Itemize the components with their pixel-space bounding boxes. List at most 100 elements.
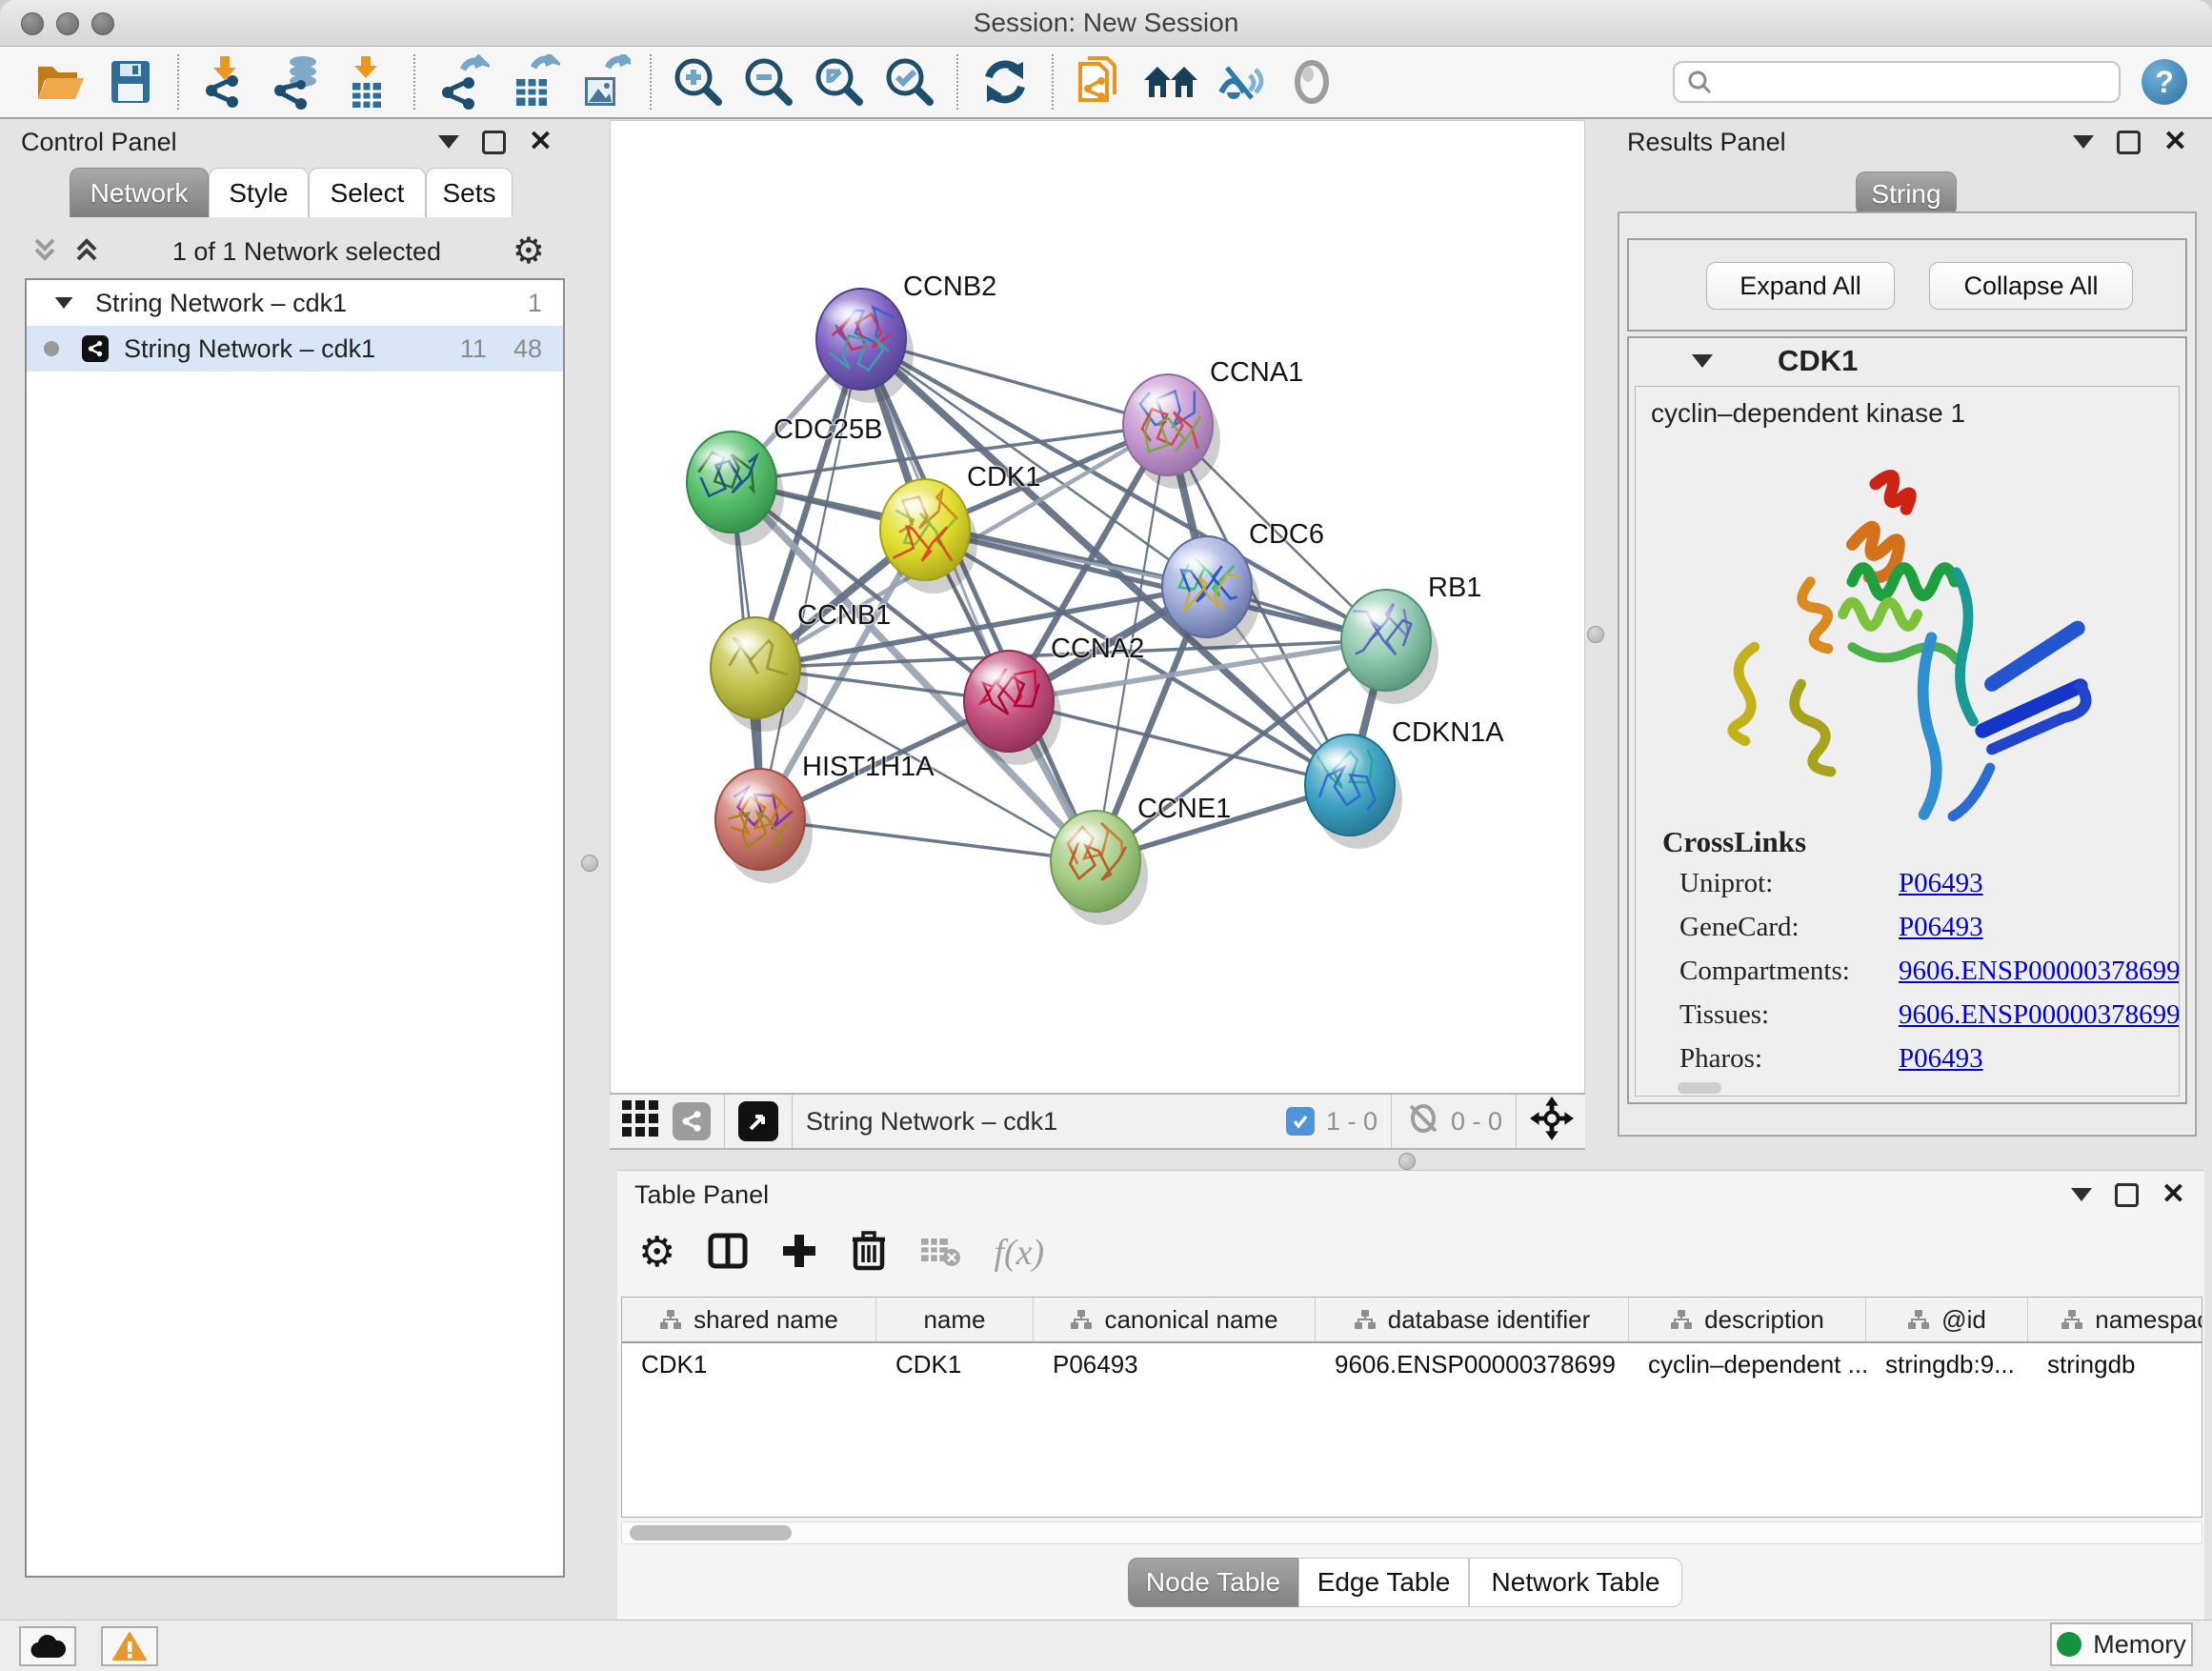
hide-glass-button[interactable] [1213,53,1270,111]
network-row-selected[interactable]: String Network – cdk1 11 48 [27,326,563,372]
float-panel-icon[interactable] [2117,131,2141,154]
zoom-window-button[interactable] [91,12,114,35]
share-view-icon[interactable] [673,1102,711,1140]
network-node-CDC25B[interactable] [687,432,776,533]
genecard-link[interactable]: P06493 [1899,912,1983,942]
tab-network-table[interactable]: Network Table [1469,1558,1682,1607]
tissues-link[interactable]: 9606.ENSP00000378699 [1899,999,2180,1030]
refresh-button[interactable] [976,53,1034,111]
table-cell[interactable]: stringdb:9... [1866,1343,2028,1385]
pan-crosshair-icon[interactable] [1530,1097,1574,1147]
tab-string[interactable]: String [1856,171,1957,216]
network-node-CCNB1[interactable] [711,617,800,718]
column-header-canonical-name[interactable]: canonical name [1034,1298,1316,1341]
import-network-button[interactable] [197,53,254,111]
float-panel-icon[interactable] [482,131,506,154]
export-image-button[interactable] [574,53,632,111]
gear-icon[interactable]: ⚙ [513,233,545,270]
tab-edge-table[interactable]: Edge Table [1298,1558,1469,1607]
save-session-button[interactable] [102,53,159,111]
panel-menu-icon[interactable] [2073,135,2094,149]
network-node-CCNA1[interactable] [1123,374,1213,475]
add-column-icon[interactable] [780,1232,818,1275]
help-button[interactable]: ? [2142,59,2187,105]
table-cell[interactable]: P06493 [1034,1343,1316,1385]
column-header-shared-name[interactable]: shared name [622,1298,876,1341]
delete-column-icon[interactable] [851,1230,887,1277]
tab-select[interactable]: Select [309,168,426,217]
close-window-button[interactable] [21,12,44,35]
birds-eye-view-icon[interactable] [738,1101,778,1141]
tab-style[interactable]: Style [209,168,309,217]
show-eye-button[interactable] [1283,53,1340,111]
node-table[interactable]: shared namenamecanonical namedatabase id… [621,1297,2202,1518]
expand-all-button[interactable]: Expand All [1706,262,1895,310]
network-collection-row[interactable]: String Network – cdk1 1 [27,280,563,326]
table-settings-gear-icon[interactable]: ⚙ [638,1232,675,1274]
table-cell[interactable]: 9606.ENSP00000378699 [1316,1343,1629,1385]
table-cell[interactable]: cyclin–dependent ... [1629,1343,1866,1385]
open-session-button[interactable] [31,53,89,111]
vertical-splitter-handle[interactable] [581,855,598,872]
column-header-name[interactable]: name [876,1298,1034,1341]
tab-sets[interactable]: Sets [426,168,513,217]
vertical-splitter-handle[interactable] [1587,626,1604,643]
table-cell[interactable]: CDK1 [876,1343,1034,1385]
table-row[interactable]: CDK1CDK1P064939606.ENSP00000378699cyclin… [622,1343,2202,1385]
column-header-database-identifier[interactable]: database identifier [1316,1298,1629,1341]
network-node-CDKN1A[interactable] [1305,735,1395,836]
warning-status-button[interactable] [101,1626,158,1666]
network-graph[interactable]: CCNB2CCNA1CDC25BCDK1CDC6RB1CCNB1CCNA2CDK… [611,121,1584,1093]
network-node-CCNA2[interactable] [964,651,1054,752]
table-cell[interactable]: CDK1 [622,1343,876,1385]
network-node-CDC6[interactable] [1162,536,1252,637]
cloud-status-button[interactable] [19,1626,76,1666]
expand-all-networks-icon[interactable] [72,234,101,270]
mini-scrollbar-thumb[interactable] [1678,1082,1721,1094]
show-columns-icon[interactable] [708,1231,748,1276]
export-network-button[interactable] [433,53,491,111]
zoom-in-button[interactable] [670,53,727,111]
close-panel-icon[interactable]: ✕ [2162,1180,2185,1209]
uniprot-link[interactable]: P06493 [1899,868,1983,898]
column-header--id[interactable]: @id [1866,1298,2028,1341]
tab-node-table[interactable]: Node Table [1128,1558,1298,1607]
compartments-link[interactable]: 9606.ENSP00000378699 [1899,956,2180,986]
network-node-HIST1H1A[interactable] [715,769,805,870]
network-node-CDK1[interactable] [880,479,970,580]
network-view-canvas[interactable]: CCNB2CCNA1CDC25BCDK1CDC6RB1CCNB1CCNA2CDK… [610,120,1585,1094]
zoom-out-button[interactable] [740,53,797,111]
search-box[interactable] [1673,61,2121,103]
scrollbar-thumb[interactable] [630,1525,792,1540]
column-header-description[interactable]: description [1629,1298,1866,1341]
pharos-link[interactable]: P06493 [1899,1043,1983,1074]
zoom-selected-button[interactable] [881,53,938,111]
close-panel-icon[interactable]: ✕ [529,128,553,156]
close-panel-icon[interactable]: ✕ [2163,128,2187,156]
export-table-button[interactable] [504,53,561,111]
import-database-button[interactable] [268,53,325,111]
selected-checkbox-icon[interactable] [1286,1107,1315,1136]
table-horizontal-scrollbar[interactable] [621,1521,2202,1544]
panel-menu-icon[interactable] [438,135,459,149]
horizontal-splitter-handle[interactable] [1398,1153,1416,1170]
network-node-RB1[interactable] [1341,590,1431,691]
tab-network[interactable]: Network [70,168,209,217]
float-panel-icon[interactable] [2115,1183,2139,1207]
network-node-CCNB2[interactable] [816,289,906,390]
grid-view-icon[interactable] [621,1099,659,1144]
minimize-window-button[interactable] [56,12,79,35]
column-header-namespace[interactable]: namespace [2028,1298,2202,1341]
zoom-fit-button[interactable] [811,53,868,111]
home-button[interactable] [1142,53,1199,111]
panel-menu-icon[interactable] [2071,1188,2092,1201]
search-input[interactable] [1722,67,2107,98]
collection-expand-icon[interactable] [55,297,73,309]
network-node-CCNE1[interactable] [1051,811,1140,912]
collapse-all-networks-icon[interactable] [30,234,59,270]
memory-button[interactable]: Memory [2050,1622,2193,1666]
table-cell[interactable]: stringdb [2028,1343,2202,1385]
collapse-all-button[interactable]: Collapse All [1929,262,2133,310]
import-table-button[interactable] [338,53,395,111]
string-document-button[interactable] [1072,53,1129,111]
